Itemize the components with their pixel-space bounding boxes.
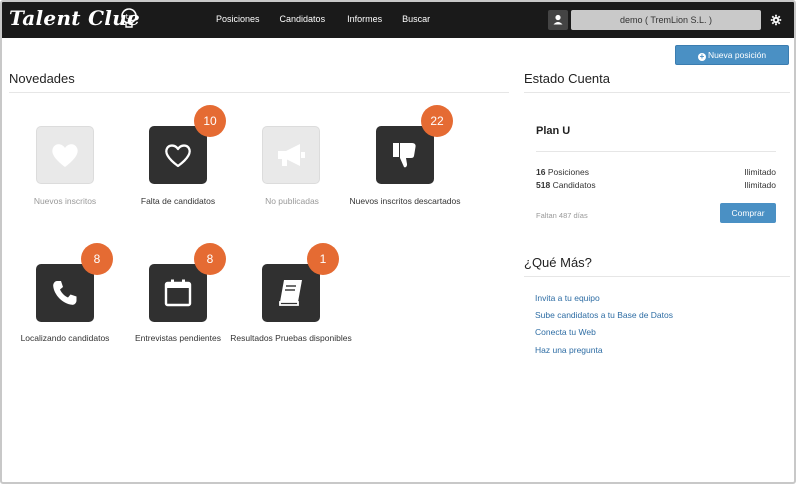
plus-circle-icon: +	[697, 52, 706, 61]
posiciones-limit: Ilimitado	[744, 167, 776, 177]
tile-label: Localizando candidatos	[20, 333, 110, 343]
tile-label: Entrevistas pendientes	[135, 333, 221, 343]
count-badge: 1	[307, 243, 339, 275]
stat-posiciones: 16 Posiciones Ilimitado	[536, 167, 776, 177]
buy-button[interactable]: Comprar	[720, 203, 776, 223]
nav-informes[interactable]: Informes	[347, 14, 382, 24]
count-badge: 10	[194, 105, 226, 137]
tile-label: Nuevos inscritos descartados	[349, 196, 461, 206]
tile-label: No publicadas	[265, 196, 319, 206]
link-invita-equipo[interactable]: Invita a tu equipo	[535, 293, 600, 303]
book-icon	[279, 280, 302, 306]
tile-label: Resultados Pruebas disponibles	[230, 333, 352, 343]
nav-posiciones[interactable]: Posiciones	[216, 14, 260, 24]
que-mas-divider	[524, 276, 790, 277]
estado-divider	[524, 92, 790, 93]
user-account-field[interactable]: demo ( TremLion S.L. )	[571, 10, 761, 30]
megaphone-icon	[278, 144, 305, 166]
lightbulb-logo-icon: tc	[121, 8, 137, 28]
app-window: Talent Clue tc Posiciones Candidatos Inf…	[0, 0, 796, 484]
tile-label: Nuevos inscritos	[33, 196, 97, 206]
candidatos-limit: Ilimitado	[744, 180, 776, 190]
count-badge: 8	[81, 243, 113, 275]
top-navbar: Talent Clue tc Posiciones Candidatos Inf…	[2, 2, 794, 38]
user-icon	[553, 14, 563, 25]
plan-divider	[536, 151, 776, 152]
candidatos-label: Candidatos	[552, 180, 596, 190]
gear-icon[interactable]	[769, 13, 783, 27]
link-conecta-web[interactable]: Conecta tu Web	[535, 327, 596, 337]
calendar-icon	[164, 279, 192, 307]
main-nav: Posiciones Candidatos Informes Buscar	[216, 14, 450, 24]
posiciones-label: Posiciones	[547, 167, 589, 177]
novedades-title: Novedades	[9, 71, 75, 86]
count-badge: 22	[421, 105, 453, 137]
nav-buscar[interactable]: Buscar	[402, 14, 430, 24]
phone-icon	[53, 281, 77, 305]
user-menu-button[interactable]	[548, 10, 568, 30]
count-badge: 8	[194, 243, 226, 275]
estado-cuenta-title: Estado Cuenta	[524, 71, 611, 86]
posiciones-count: 16	[536, 167, 546, 177]
days-remaining: Faltan 487 días	[536, 211, 588, 220]
nav-candidatos[interactable]: Candidatos	[280, 14, 326, 24]
novedades-divider	[9, 92, 509, 93]
new-position-button[interactable]: + Nueva posición	[675, 45, 789, 65]
que-mas-title: ¿Qué Más?	[524, 255, 592, 270]
thumbs-down-icon	[393, 143, 416, 168]
tile-label: Falta de candidatos	[140, 196, 216, 206]
link-haz-pregunta[interactable]: Haz una pregunta	[535, 345, 603, 355]
new-position-label: Nueva posición	[707, 50, 767, 60]
heart-icon	[165, 144, 191, 168]
candidatos-count: 518	[536, 180, 551, 190]
svg-text:tc: tc	[126, 13, 133, 21]
stat-candidatos: 518 Candidatos Ilimitado	[536, 180, 776, 190]
link-sube-candidatos[interactable]: Sube candidatos a tu Base de Datos	[535, 310, 673, 320]
heart-icon	[52, 144, 78, 167]
plan-name: Plan U	[536, 125, 571, 137]
